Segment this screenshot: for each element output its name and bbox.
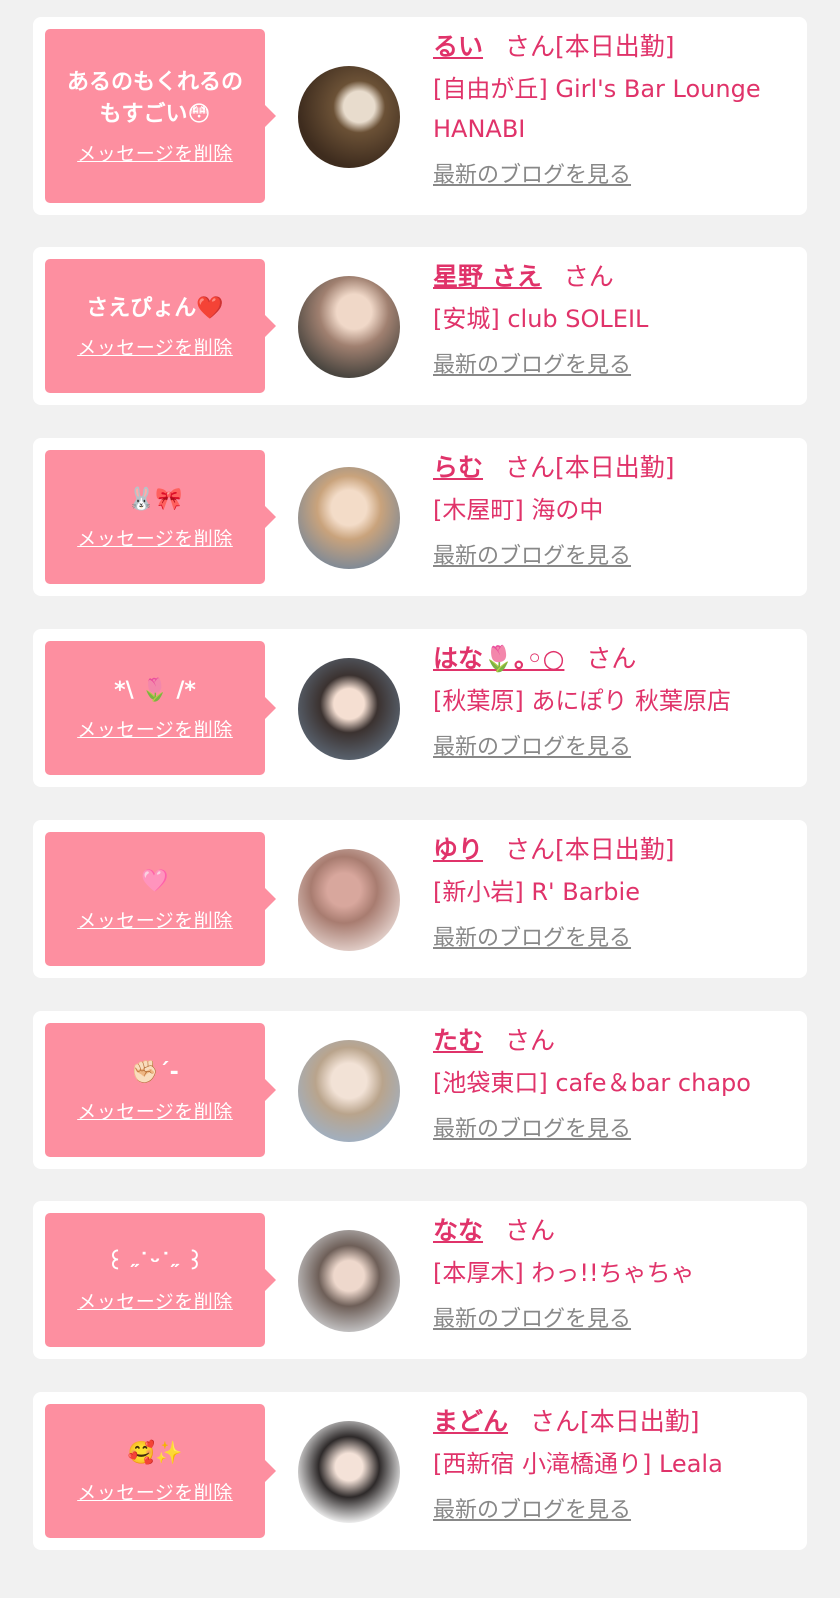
shop-name: [池袋東口] cafe＆bar chapo xyxy=(433,1069,751,1097)
cast-info: 星野 さえ さん [安城] club SOLEIL 最新のブログを見る xyxy=(433,259,793,379)
honorific: さん xyxy=(505,453,556,482)
message-bubble: ꒰ ˶˙ᵕ˙˶ ꒱ メッセージを削除 xyxy=(45,1213,276,1347)
avatar[interactable] xyxy=(298,66,400,168)
honorific: さん xyxy=(586,644,637,673)
latest-blog-link[interactable]: 最新のブログを見る xyxy=(433,347,631,379)
message-bubble: 🥰✨ メッセージを削除 xyxy=(45,1404,276,1538)
honorific: さん xyxy=(505,1026,556,1055)
avatar[interactable] xyxy=(298,849,400,951)
message-text: ꒰ ˶˙ᵕ˙˶ ꒱ xyxy=(106,1249,204,1275)
status-badge: [本日出勤] xyxy=(555,453,675,482)
honorific: さん xyxy=(505,835,556,864)
status-badge: [本日出勤] xyxy=(555,835,675,864)
shop-name: [秋葉原] あにぽり 秋葉原店 xyxy=(433,687,731,715)
delete-message-link[interactable]: メッセージを削除 xyxy=(77,139,233,166)
shop-name: [木屋町] 海の中 xyxy=(433,496,604,524)
delete-message-link[interactable]: メッセージを削除 xyxy=(77,715,233,742)
message-bubble: あるのもくれるの もすごい😳 メッセージを削除 xyxy=(45,29,276,203)
shop-name: [本厚木] わっ!!ちゃちゃ xyxy=(433,1259,695,1287)
avatar[interactable] xyxy=(298,1421,400,1523)
cast-info: はな🌷｡◦○ さん [秋葉原] あにぽり 秋葉原店 最新のブログを見る xyxy=(433,641,793,761)
cast-info: たむ さん [池袋東口] cafe＆bar chapo 最新のブログを見る xyxy=(433,1023,793,1143)
delete-message-link[interactable]: メッセージを削除 xyxy=(77,1287,233,1314)
latest-blog-link[interactable]: 最新のブログを見る xyxy=(433,538,631,570)
latest-blog-link[interactable]: 最新のブログを見る xyxy=(433,729,631,761)
cast-name-link[interactable]: ゆり xyxy=(433,835,483,864)
message-text: さえぴょん❤️ xyxy=(86,295,224,321)
avatar[interactable] xyxy=(298,1230,400,1332)
latest-blog-link[interactable]: 最新のブログを見る xyxy=(433,1301,631,1333)
latest-blog-link[interactable]: 最新のブログを見る xyxy=(433,157,631,189)
shop-name: [安城] club SOLEIL xyxy=(433,305,649,333)
honorific: さん xyxy=(505,32,556,61)
message-bubble: さえぴょん❤️ メッセージを削除 xyxy=(45,259,276,393)
list-item: ✊🏻´- メッセージを削除 たむ さん [池袋東口] cafe＆bar chapo… xyxy=(33,1011,807,1169)
shop-name: [自由が丘] Girl's Bar Lounge HANABI xyxy=(433,75,761,143)
cast-name-link[interactable]: るい xyxy=(433,32,483,61)
shop-name: [西新宿 小滝橋通り] Leala xyxy=(433,1450,723,1478)
honorific: さん xyxy=(530,1407,581,1436)
list-item: あるのもくれるの もすごい😳 メッセージを削除 るい さん[本日出勤] [自由が丘… xyxy=(33,17,807,215)
delete-message-link[interactable]: メッセージを削除 xyxy=(77,1097,233,1124)
message-list: あるのもくれるの もすごい😳 メッセージを削除 るい さん[本日出勤] [自由が丘… xyxy=(0,0,840,1598)
delete-message-link[interactable]: メッセージを削除 xyxy=(77,1478,233,1505)
latest-blog-link[interactable]: 最新のブログを見る xyxy=(433,1111,631,1143)
message-bubble: 🐰🎀 メッセージを削除 xyxy=(45,450,276,584)
cast-info: るい さん[本日出勤] [自由が丘] Girl's Bar Lounge HANA… xyxy=(433,29,793,189)
message-text: ✊🏻´- xyxy=(131,1059,179,1085)
cast-name-link[interactable]: らむ xyxy=(433,453,483,482)
honorific: さん xyxy=(563,262,614,291)
list-item: 🩷 メッセージを削除 ゆり さん[本日出勤] [新小岩] R' Barbie 最新… xyxy=(33,820,807,978)
status-badge: [本日出勤] xyxy=(580,1407,700,1436)
message-bubble: *\ 🌷 /* メッセージを削除 xyxy=(45,641,276,775)
cast-name-link[interactable]: 星野 さえ xyxy=(433,262,542,291)
avatar[interactable] xyxy=(298,467,400,569)
cast-info: ゆり さん[本日出勤] [新小岩] R' Barbie 最新のブログを見る xyxy=(433,832,793,952)
cast-name-link[interactable]: まどん xyxy=(433,1407,508,1436)
latest-blog-link[interactable]: 最新のブログを見る xyxy=(433,1492,631,1524)
honorific: さん xyxy=(505,1216,556,1245)
avatar[interactable] xyxy=(298,658,400,760)
latest-blog-link[interactable]: 最新のブログを見る xyxy=(433,920,631,952)
message-text: *\ 🌷 /* xyxy=(114,677,196,703)
cast-name-link[interactable]: なな xyxy=(433,1216,483,1245)
message-text: 🩷 xyxy=(141,868,169,894)
shop-name: [新小岩] R' Barbie xyxy=(433,878,640,906)
message-bubble: ✊🏻´- メッセージを削除 xyxy=(45,1023,276,1157)
cast-name-link[interactable]: たむ xyxy=(433,1026,483,1055)
cast-info: らむ さん[本日出勤] [木屋町] 海の中 最新のブログを見る xyxy=(433,450,793,570)
list-item: *\ 🌷 /* メッセージを削除 はな🌷｡◦○ さん [秋葉原] あにぽり 秋葉原… xyxy=(33,629,807,787)
status-badge: [本日出勤] xyxy=(555,32,675,61)
cast-info: なな さん [本厚木] わっ!!ちゃちゃ 最新のブログを見る xyxy=(433,1213,793,1333)
list-item: ꒰ ˶˙ᵕ˙˶ ꒱ メッセージを削除 なな さん [本厚木] わっ!!ちゃちゃ 最… xyxy=(33,1201,807,1359)
avatar[interactable] xyxy=(298,276,400,378)
message-text: 🥰✨ xyxy=(127,1440,183,1466)
delete-message-link[interactable]: メッセージを削除 xyxy=(77,333,233,360)
message-text: あるのもくれるの もすごい😳 xyxy=(66,69,243,127)
delete-message-link[interactable]: メッセージを削除 xyxy=(77,524,233,551)
list-item: 🥰✨ メッセージを削除 まどん さん[本日出勤] [西新宿 小滝橋通り] Leal… xyxy=(33,1392,807,1550)
delete-message-link[interactable]: メッセージを削除 xyxy=(77,906,233,933)
cast-name-link[interactable]: はな🌷｡◦○ xyxy=(433,644,564,673)
list-item: さえぴょん❤️ メッセージを削除 星野 さえ さん [安城] club SOLEI… xyxy=(33,247,807,405)
message-bubble: 🩷 メッセージを削除 xyxy=(45,832,276,966)
cast-info: まどん さん[本日出勤] [西新宿 小滝橋通り] Leala 最新のブログを見る xyxy=(433,1404,793,1524)
avatar[interactable] xyxy=(298,1040,400,1142)
message-text: 🐰🎀 xyxy=(127,486,183,512)
list-item: 🐰🎀 メッセージを削除 らむ さん[本日出勤] [木屋町] 海の中 最新のブログを… xyxy=(33,438,807,596)
